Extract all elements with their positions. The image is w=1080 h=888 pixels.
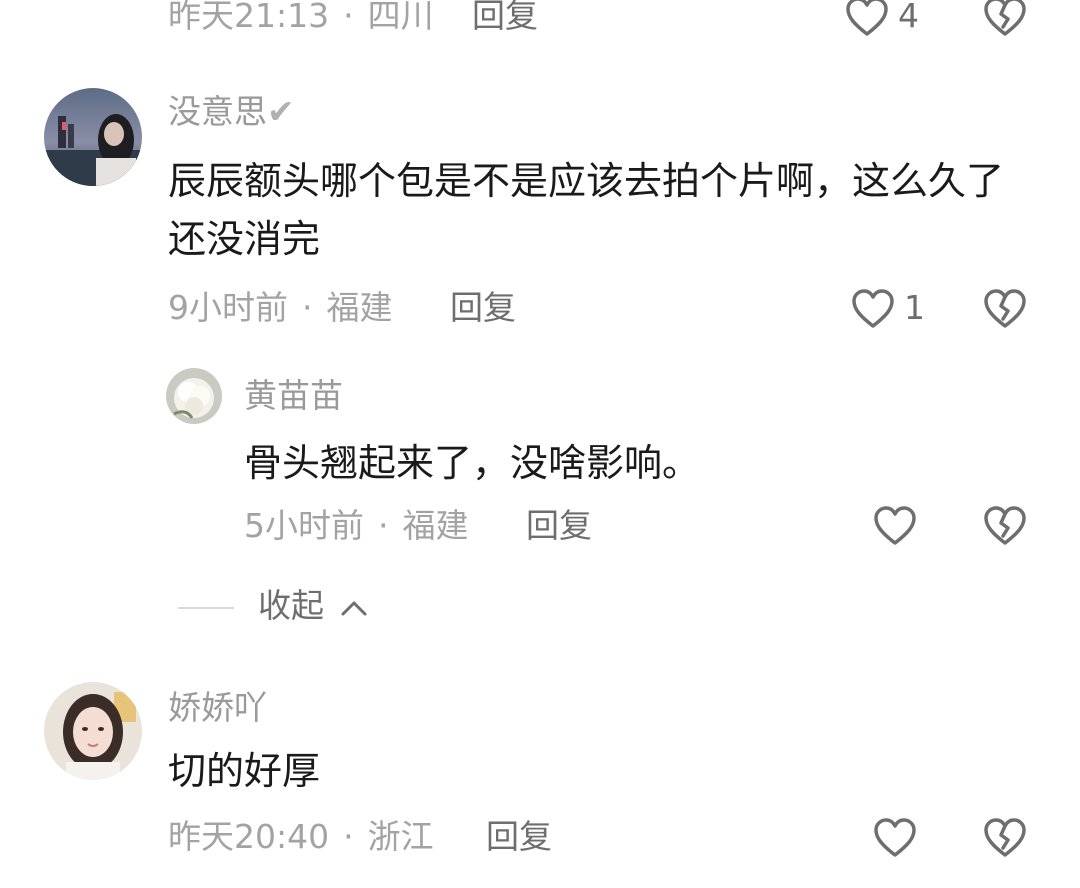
heart-icon[interactable] bbox=[872, 503, 918, 549]
heart-icon[interactable] bbox=[844, 0, 890, 40]
comment-location: 福建 bbox=[326, 288, 393, 327]
comment-time: 5小时前 bbox=[244, 506, 364, 545]
avatar[interactable] bbox=[44, 682, 142, 780]
broken-heart-icon[interactable] bbox=[982, 503, 1028, 549]
comment-time: 9小时前 bbox=[168, 288, 288, 327]
comment-location: 福建 bbox=[402, 506, 469, 545]
separator-dot: · bbox=[343, 0, 354, 35]
reply-button[interactable]: 回复 bbox=[526, 506, 592, 546]
comment-meta: 昨天20:40 · 浙江 bbox=[168, 817, 434, 857]
broken-heart-icon[interactable] bbox=[982, 286, 1028, 332]
separator-dot: · bbox=[343, 817, 354, 856]
comment-text: 切的好厚 bbox=[168, 749, 321, 793]
comment-meta: 5小时前 · 福建 bbox=[244, 506, 469, 546]
verified-icon: ✔ bbox=[267, 92, 295, 131]
comment-meta: 9小时前 · 福建 bbox=[168, 288, 393, 328]
like-count: 1 bbox=[904, 288, 925, 327]
reply-button[interactable]: 回复 bbox=[472, 0, 538, 36]
comment-meta: 昨天21:13 · 四川 bbox=[168, 0, 434, 36]
username[interactable]: 没意思✔ bbox=[168, 92, 295, 132]
separator-dot: · bbox=[378, 506, 389, 545]
broken-heart-icon[interactable] bbox=[982, 0, 1028, 40]
comment-location: 四川 bbox=[367, 0, 434, 35]
reply-button[interactable]: 回复 bbox=[450, 288, 516, 328]
separator-dot: · bbox=[302, 288, 313, 327]
avatar[interactable] bbox=[166, 368, 222, 424]
heart-icon[interactable] bbox=[850, 286, 896, 332]
comment-list: 昨天21:13 · 四川 回复 4 没意思✔ 辰辰额头哪个包是不是应该去拍个片啊… bbox=[0, 0, 1080, 888]
comment-text: 骨头翘起来了，没啥影响。 bbox=[244, 441, 701, 485]
like-count: 4 bbox=[898, 0, 919, 35]
collapse-label: 收起 bbox=[258, 586, 324, 625]
collapse-button[interactable]: 收起 bbox=[258, 586, 369, 626]
reply-button[interactable]: 回复 bbox=[486, 817, 552, 857]
username[interactable]: 娇娇吖 bbox=[168, 688, 267, 728]
username[interactable]: 黄苗苗 bbox=[244, 376, 343, 416]
avatar[interactable] bbox=[44, 88, 142, 186]
comment-time: 昨天21:13 bbox=[168, 0, 330, 35]
heart-icon[interactable] bbox=[872, 815, 918, 861]
chevron-up-icon bbox=[341, 601, 366, 615]
broken-heart-icon[interactable] bbox=[982, 815, 1028, 861]
comment-location: 浙江 bbox=[367, 817, 434, 856]
comment-time: 昨天20:40 bbox=[168, 817, 330, 856]
comment-text: 辰辰额头哪个包是不是应该去拍个片啊，这么久了还没消完 bbox=[168, 159, 1005, 261]
collapse-divider bbox=[178, 607, 234, 609]
